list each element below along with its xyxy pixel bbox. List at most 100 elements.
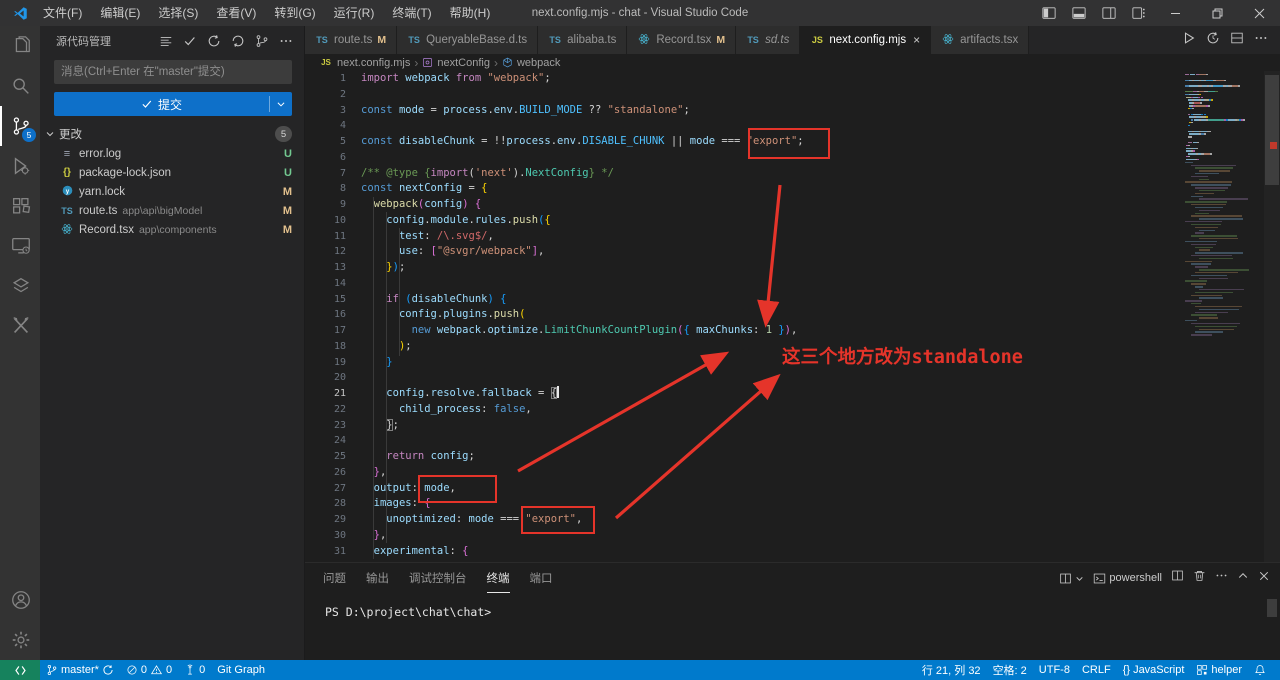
changed-file-Record.tsx[interactable]: Record.tsxapp\componentsM bbox=[40, 220, 304, 239]
changed-file-route.ts[interactable]: TSroute.tsapp\api\bigModelM bbox=[40, 201, 304, 220]
toggle-panel-icon[interactable] bbox=[1064, 0, 1094, 26]
branch-actions-icon[interactable] bbox=[252, 31, 272, 51]
activity-remote-explorer-icon[interactable] bbox=[0, 226, 40, 266]
remote-indicator[interactable] bbox=[0, 660, 40, 680]
scrollbar-slider[interactable] bbox=[1265, 75, 1279, 185]
panel-tab-问题[interactable]: 问题 bbox=[323, 563, 346, 593]
breadcrumb-next.config.mjs[interactable]: JSnext.config.mjs bbox=[319, 57, 410, 69]
problems-indicator[interactable]: 0 0 bbox=[120, 660, 178, 680]
ports-indicator[interactable]: 0 bbox=[178, 660, 211, 680]
code-line-17[interactable]: 17 new webpack.optimize.LimitChunkCountP… bbox=[305, 323, 1280, 339]
run-file-icon[interactable] bbox=[1182, 31, 1196, 50]
code-line-31[interactable]: 31 experimental: { bbox=[305, 544, 1280, 560]
code-line-7[interactable]: 7/** @type {import('next').NextConfig} *… bbox=[305, 166, 1280, 182]
tab-artifacts.tsx[interactable]: artifacts.tsx bbox=[931, 26, 1029, 54]
activity-search-icon[interactable] bbox=[0, 66, 40, 106]
eol-indicator[interactable]: CRLF bbox=[1076, 660, 1117, 680]
code-line-24[interactable]: 24 bbox=[305, 433, 1280, 449]
language-indicator[interactable]: {}JavaScript bbox=[1117, 660, 1191, 680]
code-line-10[interactable]: 10 config.module.rules.push({ bbox=[305, 213, 1280, 229]
commit-dropdown-chevron[interactable] bbox=[270, 99, 292, 109]
minimize-button[interactable] bbox=[1154, 0, 1196, 26]
code-line-29[interactable]: 29 unoptimized: mode === "export", bbox=[305, 512, 1280, 528]
panel-tab-端口[interactable]: 端口 bbox=[530, 563, 553, 593]
code-line-21[interactable]: 21 config.resolve.fallback = { bbox=[305, 386, 1280, 402]
menu-item-3[interactable]: 查看(V) bbox=[207, 0, 265, 26]
terminal-instance-powershell[interactable]: powershell bbox=[1093, 572, 1162, 585]
menu-item-5[interactable]: 运行(R) bbox=[325, 0, 384, 26]
panel-tab-调试控制台[interactable]: 调试控制台 bbox=[409, 563, 467, 593]
code-line-9[interactable]: 9 webpack(config) { bbox=[305, 197, 1280, 213]
tab-Record.tsx[interactable]: Record.tsxM bbox=[627, 26, 736, 54]
tab-sd.ts[interactable]: TSsd.ts bbox=[736, 26, 800, 54]
notifications-bell[interactable] bbox=[1248, 660, 1272, 680]
minimap[interactable] bbox=[1185, 74, 1260, 337]
code-line-30[interactable]: 30 }, bbox=[305, 528, 1280, 544]
activity-run-debug-icon[interactable] bbox=[0, 146, 40, 186]
code-line-14[interactable]: 14 bbox=[305, 276, 1280, 292]
activity-source-control-icon[interactable]: 5 bbox=[0, 106, 40, 146]
changed-file-error.log[interactable]: ≡error.logU bbox=[40, 144, 304, 163]
code-line-3[interactable]: 3const mode = process.env.BUILD_MODE ?? … bbox=[305, 103, 1280, 119]
panel-tab-输出[interactable]: 输出 bbox=[366, 563, 389, 593]
code-line-23[interactable]: 23 }; bbox=[305, 418, 1280, 434]
activity-account-icon[interactable] bbox=[0, 580, 40, 620]
activity-extensions-icon[interactable] bbox=[0, 186, 40, 226]
customize-layout-icon[interactable] bbox=[1124, 0, 1154, 26]
toggle-primary-sidebar-icon[interactable] bbox=[1034, 0, 1064, 26]
changed-file-yarn.lock[interactable]: yyarn.lockM bbox=[40, 182, 304, 201]
code-line-13[interactable]: 13 }); bbox=[305, 260, 1280, 276]
code-line-2[interactable]: 2 bbox=[305, 87, 1280, 103]
code-line-15[interactable]: 15 if (disableChunk) { bbox=[305, 292, 1280, 308]
toggle-secondary-sidebar-icon[interactable] bbox=[1094, 0, 1124, 26]
editor-scrollbar[interactable] bbox=[1264, 71, 1280, 562]
menu-item-7[interactable]: 帮助(H) bbox=[441, 0, 500, 26]
activity-explorer-icon[interactable] bbox=[0, 26, 40, 66]
launch-profile-icon[interactable] bbox=[1059, 572, 1084, 585]
view-as-list-icon[interactable] bbox=[156, 31, 176, 51]
tab-alibaba.ts[interactable]: TSalibaba.ts bbox=[538, 26, 627, 54]
code-line-8[interactable]: 8const nextConfig = { bbox=[305, 181, 1280, 197]
more-actions-icon[interactable] bbox=[276, 31, 296, 51]
breadcrumb-nextConfig[interactable]: nextConfig bbox=[422, 57, 490, 69]
menu-item-6[interactable]: 终端(T) bbox=[383, 0, 440, 26]
menu-item-0[interactable]: 文件(F) bbox=[34, 0, 91, 26]
commit-button[interactable]: 提交 bbox=[54, 92, 292, 116]
panel-tab-终端[interactable]: 终端 bbox=[487, 563, 510, 593]
code-line-20[interactable]: 20 bbox=[305, 370, 1280, 386]
close-tab-icon[interactable]: × bbox=[913, 33, 920, 47]
timeline-icon[interactable] bbox=[1206, 31, 1220, 50]
menu-item-2[interactable]: 选择(S) bbox=[149, 0, 207, 26]
tab-QueryableBase.d.ts[interactable]: TSQueryableBase.d.ts bbox=[397, 26, 538, 54]
terminal[interactable]: PS D:\project\chat\chat> bbox=[305, 593, 1280, 660]
code-line-11[interactable]: 11 test: /\.svg$/, bbox=[305, 229, 1280, 245]
tab-route.ts[interactable]: TSroute.tsM bbox=[305, 26, 397, 54]
maximize-panel-icon[interactable] bbox=[1237, 569, 1249, 587]
encoding-indicator[interactable]: UTF-8 bbox=[1033, 660, 1076, 680]
changes-section-header[interactable]: 更改 5 bbox=[40, 124, 304, 144]
more-actions-icon[interactable] bbox=[1215, 569, 1228, 587]
commit-message-input[interactable] bbox=[54, 60, 292, 84]
menu-item-1[interactable]: 编辑(E) bbox=[91, 0, 149, 26]
kill-terminal-icon[interactable] bbox=[1193, 569, 1206, 587]
split-editor-icon[interactable] bbox=[1230, 31, 1244, 50]
refresh-icon[interactable] bbox=[228, 31, 248, 51]
commit-check-icon[interactable] bbox=[180, 31, 200, 51]
code-line-25[interactable]: 25 return config; bbox=[305, 449, 1280, 465]
helper-extension[interactable]: helper bbox=[1190, 660, 1248, 680]
split-terminal-icon[interactable] bbox=[1171, 569, 1184, 587]
terminal-scrollbar[interactable] bbox=[1267, 599, 1277, 617]
code-line-22[interactable]: 22 child_process: false, bbox=[305, 402, 1280, 418]
activity-settings-icon[interactable] bbox=[0, 620, 40, 660]
tab-next.config.mjs[interactable]: JSnext.config.mjs× bbox=[800, 26, 931, 54]
indentation-indicator[interactable]: 空格: 2 bbox=[987, 660, 1033, 680]
close-button[interactable] bbox=[1238, 0, 1280, 26]
code-line-12[interactable]: 12 use: ["@svgr/webpack"], bbox=[305, 244, 1280, 260]
cursor-position[interactable]: 行 21, 列 32 bbox=[916, 660, 987, 680]
code-editor[interactable]: 1import webpack from "webpack";23const m… bbox=[305, 71, 1280, 562]
activity-tools-icon[interactable] bbox=[0, 306, 40, 346]
activity-layers-icon[interactable] bbox=[0, 266, 40, 306]
code-line-1[interactable]: 1import webpack from "webpack"; bbox=[305, 71, 1280, 87]
git-graph-button[interactable]: Git Graph bbox=[211, 660, 271, 680]
code-line-16[interactable]: 16 config.plugins.push( bbox=[305, 307, 1280, 323]
